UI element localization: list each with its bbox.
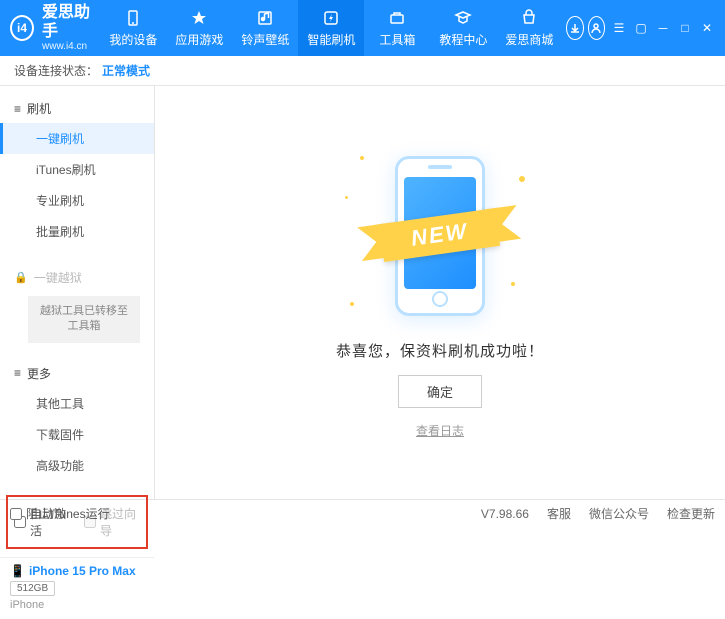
nav-label: 教程中心	[439, 31, 487, 48]
jailbreak-note: 越狱工具已转移至工具箱	[28, 296, 140, 343]
view-log-link[interactable]: 查看日志	[416, 422, 464, 439]
toolbox-icon	[387, 8, 407, 28]
logo-text: 爱思助手 www.i4.cn	[42, 3, 100, 53]
success-message: 恭喜您，保资料刷机成功啦！	[336, 340, 544, 361]
sidebar-item-advanced[interactable]: 高级功能	[0, 450, 154, 481]
maximize-icon[interactable]: □	[677, 20, 693, 36]
nav-label: 工具箱	[379, 31, 415, 48]
footer-link-update[interactable]: 检查更新	[667, 505, 715, 522]
status-prefix: 设备连接状态：	[14, 62, 98, 79]
sidebar-head-flash[interactable]: ≡刷机	[0, 94, 154, 123]
close-icon[interactable]: ✕	[699, 20, 715, 36]
logo-area: i4 爱思助手 www.i4.cn	[10, 3, 100, 53]
nav-store[interactable]: 爱思商城	[496, 0, 562, 56]
ok-button[interactable]: 确定	[398, 375, 482, 408]
phone-icon: 📱	[10, 564, 25, 578]
status-bar: 设备连接状态： 正常模式	[0, 56, 725, 86]
nav-ringtones[interactable]: 铃声壁纸	[232, 0, 298, 56]
device-type: iPhone	[10, 599, 144, 611]
success-illustration: NEW	[340, 146, 540, 326]
nav-label: 应用游戏	[175, 31, 223, 48]
window-controls: ☰ ▢ － □ ✕	[611, 20, 715, 36]
sidebar-item-download-firmware[interactable]: 下载固件	[0, 419, 154, 450]
apps-icon	[189, 8, 209, 28]
menu-icon[interactable]: ☰	[611, 20, 627, 36]
device-icon	[123, 8, 143, 28]
device-info: 📱iPhone 15 Pro Max 512GB iPhone	[0, 557, 154, 619]
menu-icon: ≡	[14, 102, 21, 116]
store-icon	[519, 8, 539, 28]
device-capacity: 512GB	[10, 581, 55, 596]
footer-link-support[interactable]: 客服	[547, 505, 571, 522]
download-button[interactable]	[566, 16, 583, 40]
sidebar-item-pro-flash[interactable]: 专业刷机	[0, 185, 154, 216]
nav-label: 爱思商城	[505, 31, 553, 48]
block-itunes-checkbox[interactable]: 阻止iTunes运行	[10, 505, 110, 522]
sidebar-item-oneclick-flash[interactable]: 一键刷机	[0, 123, 154, 154]
tutorial-icon	[453, 8, 473, 28]
flash-icon	[321, 8, 341, 28]
nav-my-device[interactable]: 我的设备	[100, 0, 166, 56]
nav-flash[interactable]: 智能刷机	[298, 0, 364, 56]
sidebar-item-itunes-flash[interactable]: iTunes刷机	[0, 154, 154, 185]
sidebar-head-more[interactable]: ≡更多	[0, 359, 154, 388]
media-icon	[255, 8, 275, 28]
device-name[interactable]: 📱iPhone 15 Pro Max	[10, 564, 144, 578]
titlebar: i4 爱思助手 www.i4.cn 我的设备 应用游戏 铃声壁纸 智能刷机 工具…	[0, 0, 725, 56]
version-label: V7.98.66	[481, 507, 529, 521]
footer-link-wechat[interactable]: 微信公众号	[589, 505, 649, 522]
app-url: www.i4.cn	[42, 41, 100, 53]
minimize-icon[interactable]: －	[655, 20, 671, 36]
sidebar-item-batch-flash[interactable]: 批量刷机	[0, 216, 154, 247]
menu-icon: ≡	[14, 366, 21, 380]
nav-label: 智能刷机	[307, 31, 355, 48]
sidebar-head-jailbreak: 🔒一键越狱	[0, 263, 154, 292]
main-content: NEW 恭喜您，保资料刷机成功啦！ 确定 查看日志	[155, 86, 725, 499]
app-name: 爱思助手	[42, 3, 100, 41]
skin-icon[interactable]: ▢	[633, 20, 649, 36]
sidebar: ≡刷机 一键刷机 iTunes刷机 专业刷机 批量刷机 🔒一键越狱 越狱工具已转…	[0, 86, 155, 499]
user-button[interactable]	[588, 16, 605, 40]
nav-apps[interactable]: 应用游戏	[166, 0, 232, 56]
nav-tutorials[interactable]: 教程中心	[430, 0, 496, 56]
status-mode: 正常模式	[102, 62, 150, 79]
nav-label: 铃声壁纸	[241, 31, 289, 48]
lock-icon: 🔒	[14, 271, 28, 284]
logo-icon: i4	[10, 15, 34, 41]
nav-label: 我的设备	[109, 31, 157, 48]
navbar: 我的设备 应用游戏 铃声壁纸 智能刷机 工具箱 教程中心 爱思商城	[100, 0, 562, 56]
sidebar-item-other-tools[interactable]: 其他工具	[0, 388, 154, 419]
nav-toolbox[interactable]: 工具箱	[364, 0, 430, 56]
